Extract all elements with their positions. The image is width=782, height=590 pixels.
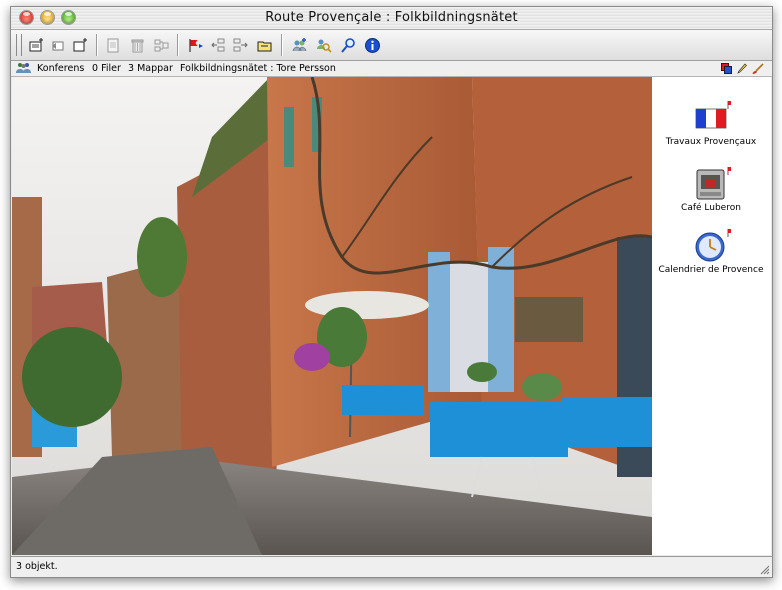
new-window-icon[interactable] <box>71 36 89 54</box>
location-path: Folkbildningsnätet : Tore Persson <box>180 63 336 74</box>
organize-icon[interactable] <box>152 36 170 54</box>
print-icon[interactable] <box>104 36 122 54</box>
folder-label: Calendrier de Provence <box>658 265 764 275</box>
next-icon[interactable] <box>231 36 249 54</box>
search-members-icon[interactable] <box>314 36 332 54</box>
mark-flag-icon[interactable] <box>186 36 204 54</box>
icon-pane: Travaux Provençaux Café Luberon Calendri… <box>652 77 771 555</box>
search-icon[interactable] <box>339 36 357 54</box>
folder-count: 3 Mappar <box>128 63 173 74</box>
folder-item-cafe[interactable]: Café Luberon <box>652 167 770 213</box>
french-flag-icon <box>691 101 733 135</box>
conference-label: Konferens <box>37 63 85 74</box>
new-message-icon[interactable] <box>27 36 45 54</box>
folder-item-calendrier[interactable]: Calendrier de Provence <box>652 229 770 275</box>
status-bar: 3 objekt. <box>11 556 772 577</box>
app-window: Route Provençale : Folkbildningsnätet Ko… <box>10 6 773 578</box>
content-area: Travaux Provençaux Café Luberon Calendri… <box>12 77 771 555</box>
item-count: 3 objekt. <box>16 561 58 572</box>
previous-icon[interactable] <box>209 36 227 54</box>
clock-icon <box>691 229 733 263</box>
window-title: Route Provençale : Folkbildningsnätet <box>265 10 518 25</box>
resize-grip-icon[interactable] <box>758 563 770 575</box>
title-bar[interactable]: Route Provençale : Folkbildningsnätet <box>11 7 772 30</box>
add-members-icon[interactable] <box>290 36 308 54</box>
file-count: 0 Filer <box>92 63 121 74</box>
open-folder-icon[interactable] <box>255 36 273 54</box>
reply-icon[interactable] <box>49 36 67 54</box>
toolbar-grip[interactable] <box>16 34 22 56</box>
background-photo <box>12 77 652 555</box>
info-icon[interactable] <box>363 36 381 54</box>
info-bar: Konferens 0 Filer 3 Mappar Folkbildnings… <box>11 61 772 77</box>
toolbar <box>11 30 772 61</box>
folder-label: Travaux Provençaux <box>665 137 757 147</box>
trash-icon[interactable] <box>128 36 146 54</box>
coffee-machine-icon <box>691 167 733 201</box>
folder-item-travaux[interactable]: Travaux Provençaux <box>652 101 770 147</box>
folder-label: Café Luberon <box>681 203 741 213</box>
